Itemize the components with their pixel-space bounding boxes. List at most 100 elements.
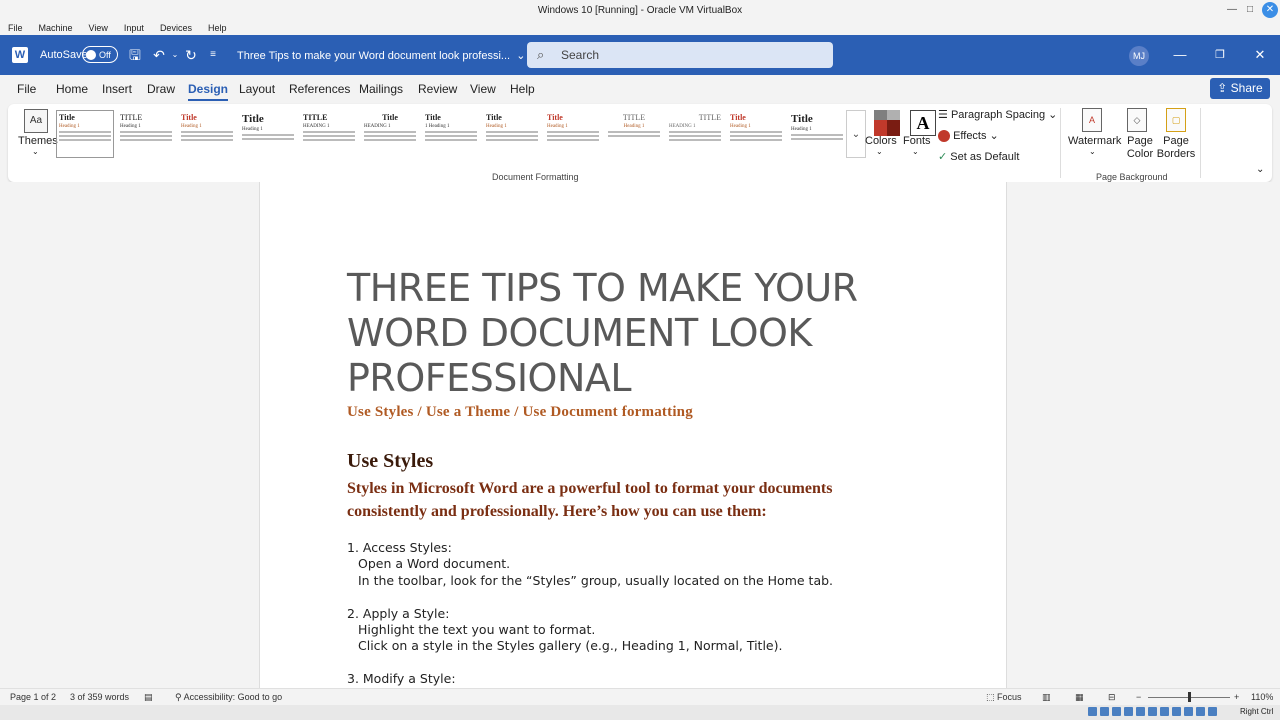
themes-icon[interactable]: Aa <box>24 109 48 133</box>
save-icon[interactable]: 🖫 <box>126 46 144 64</box>
autosave-toggle[interactable]: Off <box>82 46 118 63</box>
set-as-default-button[interactable]: ✓ Set as Default <box>938 150 1019 163</box>
tab-review[interactable]: Review <box>418 82 457 96</box>
focus-button[interactable]: ⬚ Focus <box>986 692 1022 703</box>
colors-label[interactable]: Colors <box>865 135 897 147</box>
document-title[interactable]: Three Tips to make your Word document lo… <box>237 49 525 62</box>
style-thumb[interactable]: Title Heading 1 <box>727 110 785 158</box>
tab-references[interactable]: References <box>289 82 350 96</box>
document-page[interactable]: THREE TIPS TO MAKE YOUR WORD DOCUMENT LO… <box>259 182 1007 688</box>
tab-layout[interactable]: Layout <box>239 82 275 96</box>
style-thumb-line <box>547 135 599 137</box>
style-thumb[interactable]: Title 1 Heading 1 <box>422 110 480 158</box>
style-thumb[interactable]: TITLE Heading 1 <box>605 110 663 158</box>
list-item: 2. Apply a Style: <box>347 606 450 621</box>
style-thumb[interactable]: TITLE HEADING 1 <box>666 110 724 158</box>
tab-help[interactable]: Help <box>510 82 535 96</box>
page-count[interactable]: Page 1 of 2 <box>10 692 56 702</box>
page-borders-label[interactable]: Page Borders <box>1156 135 1196 161</box>
read-mode-icon[interactable]: ▥ <box>1042 692 1051 703</box>
vbox-minimize-icon[interactable]: — <box>1224 2 1240 18</box>
share-button[interactable]: ⇪ Share <box>1210 78 1270 99</box>
zoom-out-icon[interactable]: − <box>1136 692 1141 702</box>
vbox-menu-help[interactable]: Help <box>208 23 227 33</box>
page-color-label[interactable]: Page Color <box>1120 135 1160 161</box>
tab-insert[interactable]: Insert <box>102 82 132 96</box>
redo-icon[interactable]: ↻ <box>182 46 200 64</box>
vbox-menu-devices[interactable]: Devices <box>160 23 192 33</box>
search-input[interactable]: ⌕ Search <box>527 42 833 68</box>
style-thumb-heading: Heading 1 <box>791 127 812 132</box>
tab-draw[interactable]: Draw <box>147 82 175 96</box>
web-layout-icon[interactable]: ⊟ <box>1108 692 1116 703</box>
vbox-display-icon[interactable] <box>1160 707 1169 716</box>
style-thumb[interactable]: TITLE HEADING 1 <box>300 110 358 158</box>
zoom-level[interactable]: 110% <box>1251 692 1273 702</box>
vbox-optical-icon[interactable] <box>1100 707 1109 716</box>
zoom-in-icon[interactable]: + <box>1234 692 1239 702</box>
gallery-more-icon[interactable]: ⌄ <box>846 110 866 158</box>
avatar[interactable]: MJ <box>1129 46 1149 66</box>
watermark-icon[interactable]: A <box>1082 108 1102 132</box>
print-layout-icon[interactable]: ▦ <box>1075 692 1084 703</box>
word-count[interactable]: 3 of 359 words <box>70 692 129 702</box>
colors-swatch-icon[interactable] <box>874 110 900 136</box>
tab-file[interactable]: File <box>17 82 36 96</box>
restore-icon[interactable]: ❐ <box>1210 45 1230 65</box>
tab-design[interactable]: Design <box>188 82 229 101</box>
document-heading-title: THREE TIPS TO MAKE YOUR WORD DOCUMENT LO… <box>347 266 858 400</box>
ribbon-collapse-icon[interactable]: ⌄ <box>1256 164 1264 175</box>
vbox-network-icon[interactable] <box>1124 707 1133 716</box>
vbox-recording-icon[interactable] <box>1172 707 1181 716</box>
tab-view[interactable]: View <box>470 82 496 96</box>
vbox-close-icon[interactable]: ✕ <box>1262 2 1278 18</box>
style-thumb[interactable]: Title Heading 1 <box>178 110 236 158</box>
tab-mailings[interactable]: Mailings <box>359 82 403 96</box>
customize-qat-icon[interactable]: ≡ <box>204 46 222 64</box>
style-thumb[interactable]: TITLE Heading 1 <box>117 110 175 158</box>
themes-button-label[interactable]: Themes <box>18 135 58 147</box>
style-thumb-line <box>181 139 233 141</box>
vbox-audio-icon[interactable] <box>1112 707 1121 716</box>
vbox-menu-view[interactable]: View <box>89 23 108 33</box>
vbox-menu-file[interactable]: File <box>8 23 23 33</box>
zoom-slider-handle[interactable] <box>1188 692 1191 702</box>
accessibility-status[interactable]: ⚲ Accessibility: Good to go <box>175 692 282 703</box>
watermark-label[interactable]: Watermark <box>1068 135 1121 147</box>
vbox-usb-icon[interactable] <box>1136 707 1145 716</box>
paragraph-spacing-button[interactable]: ☰ Paragraph Spacing ⌄ <box>938 108 1057 121</box>
fonts-icon[interactable]: A <box>910 110 936 136</box>
style-thumb[interactable]: Title Heading 1 <box>483 110 541 158</box>
style-thumb[interactable]: Title Heading 1 <box>239 110 297 158</box>
vbox-disk-icon[interactable] <box>1088 707 1097 716</box>
colors-dropdown-icon[interactable]: ⌄ <box>876 147 883 156</box>
style-thumb-line <box>59 135 111 137</box>
word-titlebar: W AutoSave Off 🖫 ↶ ⌄ ↻ ≡ Three Tips to m… <box>0 35 1280 75</box>
vbox-shared-folders-icon[interactable] <box>1148 707 1157 716</box>
effects-button[interactable]: Effects ⌄ <box>938 129 999 143</box>
vbox-cpu-icon[interactable] <box>1184 707 1193 716</box>
close-icon[interactable]: ✕ <box>1250 45 1270 65</box>
proofing-icon[interactable]: ▤ <box>144 692 153 703</box>
fonts-dropdown-icon[interactable]: ⌄ <box>912 147 919 156</box>
style-thumb-heading: Heading 1 <box>120 124 141 129</box>
style-thumb[interactable]: Title Heading 1 <box>788 110 846 158</box>
minimize-icon[interactable]: — <box>1170 45 1190 65</box>
tab-home[interactable]: Home <box>56 82 88 96</box>
themes-dropdown-icon[interactable]: ⌄ <box>32 147 39 156</box>
vbox-menu-machine[interactable]: Machine <box>39 23 73 33</box>
style-thumb[interactable]: Title HEADING 1 <box>361 110 419 158</box>
style-thumb-line <box>791 134 843 136</box>
page-color-icon[interactable]: ◇ <box>1127 108 1147 132</box>
page-borders-icon[interactable]: ▢ <box>1166 108 1186 132</box>
watermark-dropdown-icon[interactable]: ⌄ <box>1089 147 1096 156</box>
style-thumb[interactable]: Title Heading 1 <box>56 110 114 158</box>
vbox-keyboard-icon[interactable] <box>1208 707 1217 716</box>
style-thumb[interactable]: Title Heading 1 <box>544 110 602 158</box>
vbox-mouse-icon[interactable] <box>1196 707 1205 716</box>
vbox-maximize-icon[interactable]: □ <box>1242 2 1258 18</box>
vbox-menu-input[interactable]: Input <box>124 23 144 33</box>
style-thumb-line <box>486 139 538 141</box>
fonts-label[interactable]: Fonts <box>903 135 931 147</box>
vbox-window-title: Windows 10 [Running] - Oracle VM Virtual… <box>537 5 743 16</box>
